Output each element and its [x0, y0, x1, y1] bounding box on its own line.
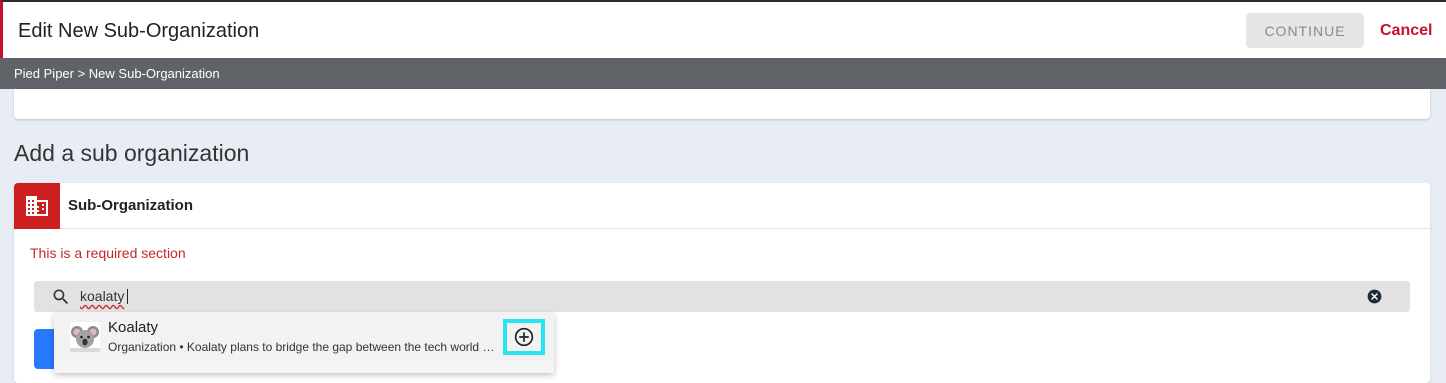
text-caret [127, 289, 128, 304]
koala-avatar [70, 322, 100, 352]
search-input[interactable]: koalaty [80, 288, 124, 304]
card-title: Sub-Organization [68, 197, 193, 214]
result-item[interactable]: Koalaty Organization • Koalaty plans to … [54, 313, 554, 361]
search-icon [53, 289, 69, 305]
search-field[interactable]: koalaty [34, 281, 1410, 312]
top-bar: Edit New Sub-Organization CONTINUE Cance… [0, 0, 1446, 58]
result-description: Organization • Koalaty plans to bridge t… [108, 340, 500, 354]
cancel-button[interactable]: Cancel [1380, 22, 1432, 40]
building-icon [14, 183, 60, 229]
section-heading: Add a sub organization [14, 140, 250, 166]
add-result-button[interactable] [503, 319, 545, 355]
result-name: Koalaty [108, 319, 159, 336]
add-circle-icon [514, 327, 534, 347]
breadcrumb: Pied Piper > New Sub-Organization [0, 58, 1446, 89]
card-header: Sub-Organization [14, 183, 1430, 229]
required-section-message: This is a required section [30, 245, 186, 261]
previous-section-card [14, 89, 1430, 119]
continue-button[interactable]: CONTINUE [1246, 13, 1364, 48]
search-input-value: koalaty [80, 288, 125, 304]
search-results-dropdown: Koalaty Organization • Koalaty plans to … [54, 313, 554, 373]
clear-icon[interactable] [1367, 289, 1382, 304]
page-title: Edit New Sub-Organization [18, 20, 260, 42]
